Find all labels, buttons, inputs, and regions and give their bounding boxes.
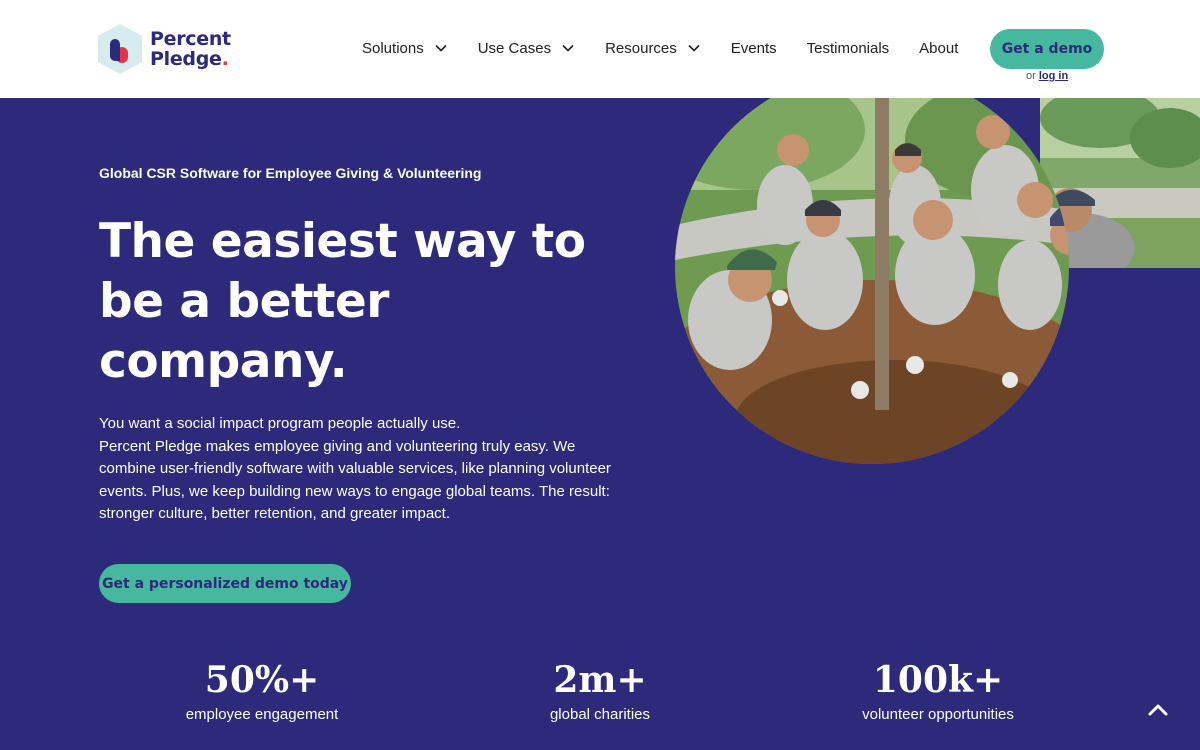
hero-photo — [675, 70, 1069, 464]
stat-label: global charities — [549, 706, 651, 723]
stat-value: 2m+ — [553, 659, 647, 701]
brand-name-line1: Percent — [150, 28, 231, 50]
headline-line-3: company. — [99, 334, 348, 389]
main-nav: Solutions Use Cases Resources Events Tes… — [362, 38, 988, 58]
brand-wordmark: Percent Pledge. — [150, 29, 231, 69]
chevron-up-icon — [1148, 704, 1168, 716]
nav-item-label: Events — [730, 39, 777, 57]
brand-dot: . — [221, 48, 229, 70]
login-link[interactable]: log in — [1039, 70, 1068, 82]
nav-item-label: About — [919, 39, 959, 57]
chevron-down-icon — [562, 44, 574, 52]
login-line: or log in — [1026, 70, 1068, 82]
nav-item-label: Resources — [605, 39, 677, 57]
headline-line-1: The easiest way to — [99, 214, 586, 269]
hero-description-line-1: You want a social impact program people … — [99, 415, 461, 432]
hero-description: You want a social impact program people … — [99, 413, 619, 526]
nav-item-about[interactable]: About — [919, 38, 958, 58]
hero-description-line-2: Percent Pledge makes employee giving and… — [99, 437, 611, 523]
nav-item-testimonials[interactable]: Testimonials — [807, 38, 890, 58]
stat-employee-engagement: 50%+ employee engagement — [102, 660, 422, 723]
nav-item-events[interactable]: Events — [731, 38, 777, 58]
stat-label: employee engagement — [185, 706, 339, 723]
scroll-to-top-button[interactable] — [1144, 696, 1172, 724]
brand-logo[interactable]: Percent Pledge. — [96, 23, 231, 75]
headline-line-2: be a better — [99, 274, 389, 329]
brand-name-line2: Pledge. — [150, 49, 231, 69]
nav-item-use-cases[interactable]: Use Cases — [478, 38, 575, 58]
nav-item-resources[interactable]: Resources — [605, 38, 701, 58]
chevron-down-icon — [688, 44, 700, 52]
site-header: Percent Pledge. Solutions Use Cases Reso… — [0, 0, 1200, 98]
get-demo-button[interactable]: Get a demo — [990, 29, 1104, 69]
stat-value: 100k+ — [872, 659, 1004, 701]
hero-eyebrow: Global CSR Software for Employee Giving … — [99, 165, 482, 181]
personalized-demo-button[interactable]: Get a personalized demo today — [99, 564, 351, 603]
stat-label: volunteer opportunities — [862, 706, 1014, 723]
login-prefix: or — [1026, 70, 1036, 82]
nav-item-solutions[interactable]: Solutions — [362, 38, 448, 58]
nav-item-label: Use Cases — [477, 39, 552, 57]
stat-value: 50%+ — [204, 659, 320, 701]
brand-name-pledge: Pledge — [150, 48, 222, 70]
logo-mark-icon — [96, 23, 144, 75]
nav-item-label: Testimonials — [806, 39, 890, 57]
stat-volunteer-opportunities: 100k+ volunteer opportunities — [778, 660, 1098, 723]
hero-headline: The easiest way to be a better company. — [99, 212, 619, 392]
stat-global-charities: 2m+ global charities — [440, 660, 760, 723]
chevron-down-icon — [435, 44, 447, 52]
nav-item-label: Solutions — [362, 39, 424, 57]
